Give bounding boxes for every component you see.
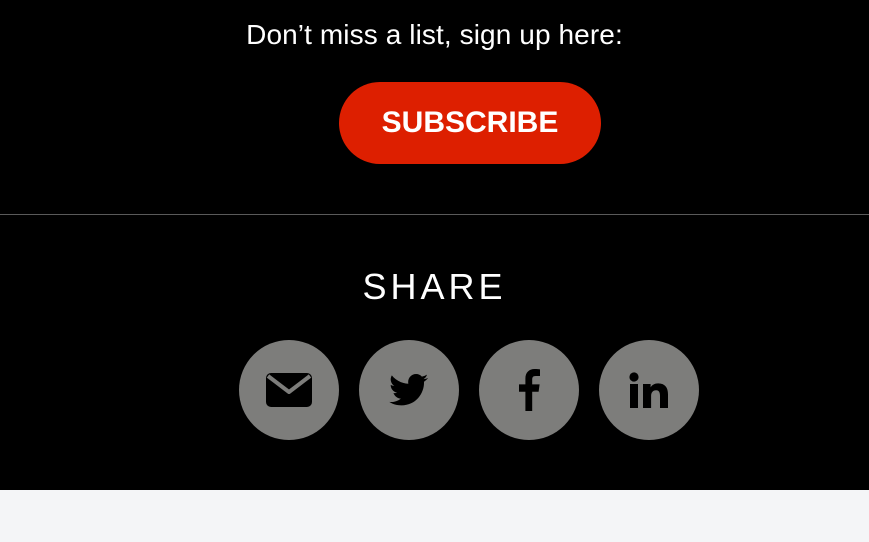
share-section: SHARE: [0, 215, 869, 490]
share-linkedin-button[interactable]: [599, 340, 699, 440]
footer-strip: [0, 490, 869, 542]
share-facebook-button[interactable]: [479, 340, 579, 440]
subscribe-button[interactable]: SUBSCRIBE: [339, 82, 601, 164]
share-twitter-button[interactable]: [359, 340, 459, 440]
share-heading: SHARE: [362, 266, 507, 307]
subscribe-section: Don’t miss a list, sign up here: SUBSCRI…: [0, 0, 869, 214]
email-icon: [266, 373, 312, 407]
twitter-icon: [389, 373, 429, 405]
share-email-button[interactable]: [239, 340, 339, 440]
linkedin-icon: [629, 372, 668, 408]
subscribe-prompt: Don’t miss a list, sign up here:: [246, 19, 623, 50]
facebook-icon: [519, 369, 540, 411]
